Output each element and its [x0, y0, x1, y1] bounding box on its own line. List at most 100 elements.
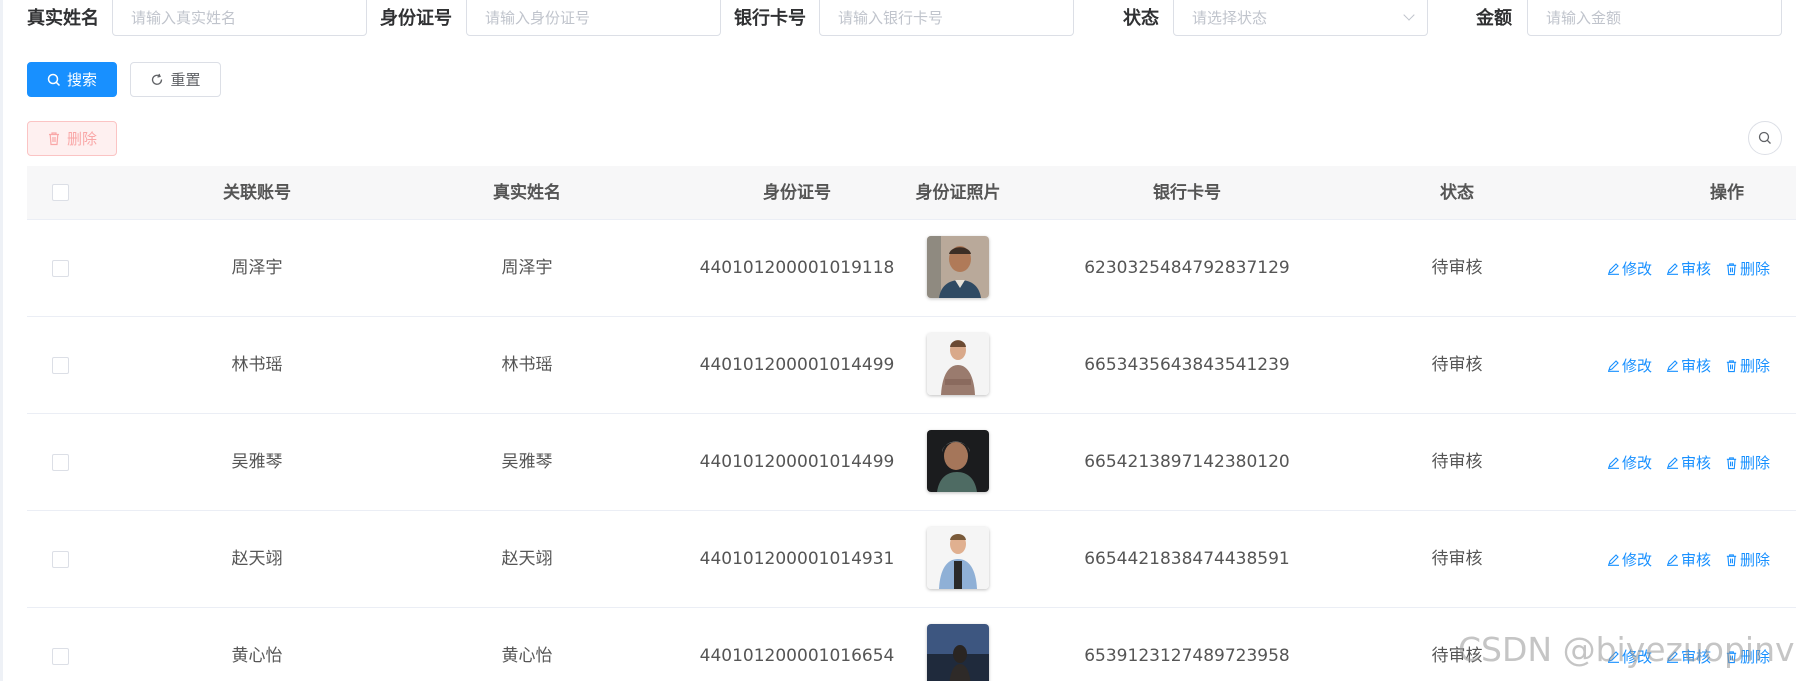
cell-bank-card: 6230325484792837129 — [1084, 258, 1290, 278]
table-row: 吴雅琴 吴雅琴 440101200001014499 6654213897142… — [27, 414, 1796, 511]
delete-button[interactable]: 删除 — [1725, 549, 1770, 570]
toggle-search-button[interactable] — [1748, 121, 1782, 155]
cell-id-number: 440101200001014931 — [699, 549, 895, 569]
col-id-photo: 身份证照片 — [915, 183, 1001, 203]
id-number-input[interactable]: 请输入身份证号 — [466, 0, 721, 36]
audit-label: 审核 — [1681, 260, 1712, 278]
row-checkbox[interactable] — [52, 454, 69, 471]
edit-icon — [1608, 360, 1619, 372]
row-checkbox[interactable] — [52, 357, 69, 374]
watermark-text: CSDN @biyezuopinvip — [1458, 630, 1796, 669]
search-button-label: 搜索 — [66, 71, 97, 89]
id-photo[interactable] — [927, 236, 989, 298]
cell-id-number: 440101200001019118 — [699, 258, 895, 278]
select-all-checkbox[interactable] — [52, 184, 69, 201]
cell-status: 待审核 — [1431, 258, 1483, 278]
id-photo[interactable] — [927, 624, 989, 681]
col-actions: 操作 — [1710, 183, 1744, 203]
sidebar-edge — [0, 0, 3, 681]
trash-icon — [1726, 553, 1737, 566]
delete-label: 删除 — [1740, 551, 1771, 569]
edit-icon — [1608, 554, 1619, 566]
row-actions: 修改 审核 删除 — [1607, 220, 1770, 317]
col-account: 关联账号 — [223, 183, 291, 203]
real-name-label: 真实姓名 — [27, 8, 99, 29]
col-status: 状态 — [1440, 183, 1474, 203]
cell-account: 赵天翊 — [231, 549, 283, 569]
portrait-image — [927, 236, 989, 298]
edit-button[interactable]: 修改 — [1607, 258, 1652, 279]
real-name-input[interactable]: 请输入真实姓名 — [112, 0, 367, 36]
batch-delete-button[interactable]: 删除 — [27, 121, 117, 156]
row-checkbox[interactable] — [52, 551, 69, 568]
edit-icon — [1667, 457, 1679, 469]
edit-label: 修改 — [1622, 454, 1653, 472]
cell-status: 待审核 — [1431, 452, 1483, 472]
bank-card-label: 银行卡号 — [734, 8, 806, 29]
edit-label: 修改 — [1622, 357, 1653, 375]
id-photo[interactable] — [927, 527, 989, 589]
cell-id-number: 440101200001016654 — [699, 646, 895, 666]
cell-bank-card: 6654213897142380120 — [1084, 452, 1290, 472]
cell-status: 待审核 — [1431, 549, 1483, 569]
table-row: 林书瑶 林书瑶 440101200001014499 6653435643843… — [27, 317, 1796, 414]
status-select[interactable]: 请选择状态 — [1173, 0, 1428, 36]
cell-account: 周泽宇 — [231, 258, 283, 278]
cell-real-name: 周泽宇 — [501, 258, 553, 278]
edit-button[interactable]: 修改 — [1607, 452, 1652, 473]
cell-id-number: 440101200001014499 — [699, 355, 895, 375]
search-button[interactable]: 搜索 — [27, 62, 117, 97]
search-icon — [1758, 131, 1771, 144]
delete-button[interactable]: 删除 — [1725, 452, 1770, 473]
status-label: 状态 — [1123, 8, 1159, 29]
edit-icon — [1608, 263, 1619, 275]
bank-card-input[interactable]: 请输入银行卡号 — [819, 0, 1074, 36]
col-id-number: 身份证号 — [763, 183, 831, 203]
audit-label: 审核 — [1681, 357, 1712, 375]
portrait-image — [927, 430, 989, 492]
row-checkbox[interactable] — [52, 260, 69, 277]
audit-table: 关联账号 真实姓名 身份证号 身份证照片 银行卡号 状态 操作 周泽宇 周泽宇 … — [27, 166, 1796, 681]
amount-input[interactable]: 请输入金额 — [1527, 0, 1782, 36]
delete-label: 删除 — [1740, 454, 1771, 472]
chevron-down-icon — [1403, 9, 1415, 21]
cell-account: 林书瑶 — [231, 355, 283, 375]
trash-icon — [1726, 262, 1737, 275]
id-photo[interactable] — [927, 333, 989, 395]
col-real-name: 真实姓名 — [493, 183, 561, 203]
audit-button[interactable]: 审核 — [1666, 258, 1711, 279]
row-actions: 修改 审核 删除 — [1607, 317, 1770, 414]
cell-real-name: 林书瑶 — [501, 355, 553, 375]
delete-label: 删除 — [1740, 357, 1771, 375]
status-select-placeholder: 请选择状态 — [1192, 9, 1268, 27]
cell-real-name: 黄心怡 — [501, 646, 553, 666]
table-row: 赵天翊 赵天翊 440101200001014931 6654421838474… — [27, 511, 1796, 608]
edit-label: 修改 — [1622, 260, 1653, 278]
row-actions: 修改 审核 删除 — [1607, 511, 1770, 608]
table-row: 周泽宇 周泽宇 440101200001019118 6230325484792… — [27, 220, 1796, 317]
delete-button[interactable]: 删除 — [1725, 258, 1770, 279]
table-header: 关联账号 真实姓名 身份证号 身份证照片 银行卡号 状态 操作 — [27, 166, 1796, 220]
cell-account: 黄心怡 — [231, 646, 283, 666]
id-photo[interactable] — [927, 430, 989, 492]
delete-label: 删除 — [1740, 260, 1771, 278]
audit-button[interactable]: 审核 — [1666, 549, 1711, 570]
cell-bank-card: 6654421838474438591 — [1084, 549, 1290, 569]
audit-button[interactable]: 审核 — [1666, 452, 1711, 473]
cell-real-name: 赵天翊 — [501, 549, 553, 569]
cell-bank-card: 6653435643843541239 — [1084, 355, 1290, 375]
portrait-image — [927, 624, 989, 681]
refresh-icon — [152, 73, 163, 85]
edit-icon — [1667, 554, 1679, 566]
row-checkbox[interactable] — [52, 648, 69, 665]
edit-button[interactable]: 修改 — [1607, 355, 1652, 376]
delete-button[interactable]: 删除 — [1725, 355, 1770, 376]
edit-icon — [1667, 263, 1679, 275]
cell-bank-card: 6539123127489723958 — [1084, 646, 1290, 666]
cell-real-name: 吴雅琴 — [501, 452, 553, 472]
batch-delete-label: 删除 — [66, 130, 97, 148]
edit-button[interactable]: 修改 — [1607, 549, 1652, 570]
audit-button[interactable]: 审核 — [1666, 355, 1711, 376]
audit-label: 审核 — [1681, 551, 1712, 569]
reset-button[interactable]: 重置 — [130, 62, 221, 97]
